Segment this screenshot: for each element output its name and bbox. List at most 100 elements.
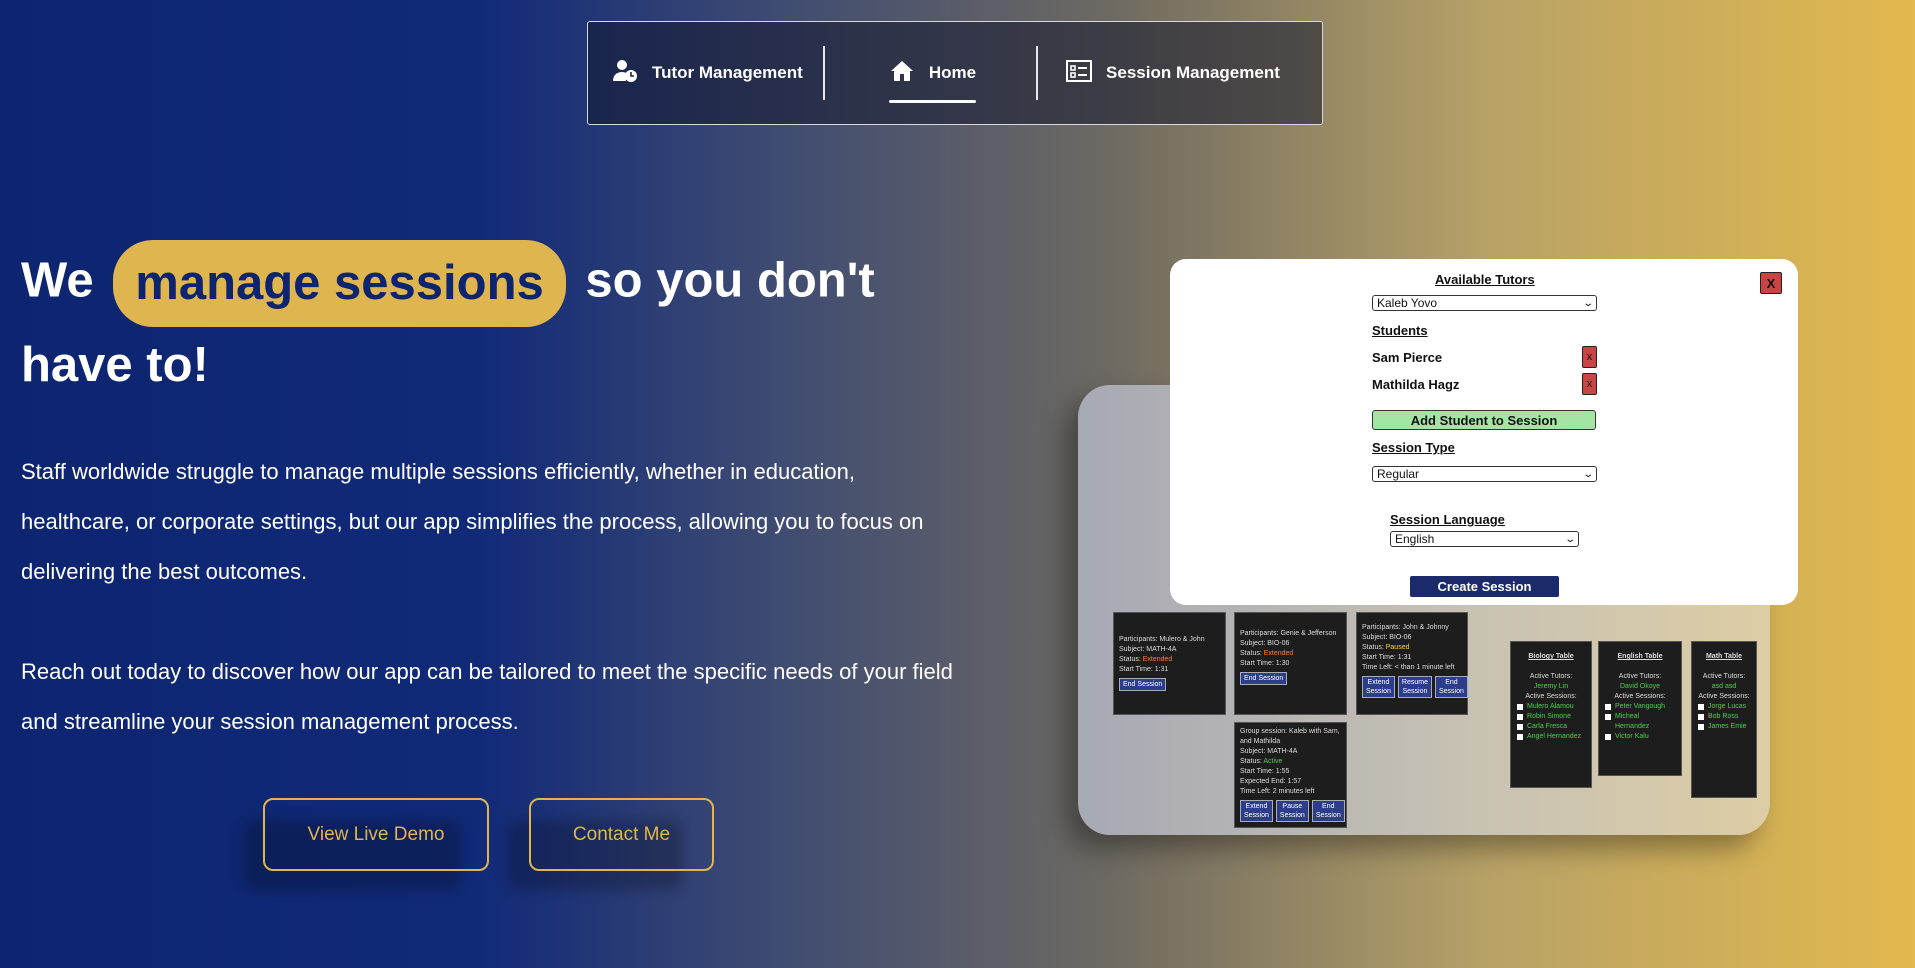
session-name: Bob Ross [1708, 713, 1739, 720]
card-status: Status: Active [1240, 757, 1341, 767]
session-name: Peter Vangough [1615, 703, 1666, 710]
session-name: Robin Simone [1527, 713, 1571, 720]
end-session-button[interactable]: End Session [1119, 678, 1167, 691]
home-icon [889, 58, 915, 89]
nav-home-label: Home [928, 63, 977, 82]
nav-home[interactable]: Home [888, 58, 977, 103]
card-line: Start Time: 1:30 [1240, 660, 1290, 667]
student-name: Sam Pierce [1372, 350, 1443, 365]
checkbox[interactable] [1517, 734, 1523, 740]
card-status-prefix: Status: [1240, 650, 1264, 657]
remove-student-button[interactable]: x [1582, 373, 1597, 395]
table-title: Math Table [1705, 653, 1743, 660]
checkbox[interactable] [1517, 714, 1523, 720]
session-card: Group session: Kaleb with Sam, and Mathi… [1234, 722, 1347, 828]
status-badge: Active [1263, 758, 1283, 765]
english-table: English Table Active Tutors: David Okoye… [1598, 641, 1682, 776]
resume-session-button[interactable]: Resume Session [1397, 676, 1432, 698]
card-line: Subject: BIO-06 [1362, 634, 1412, 641]
status-badge: Paused [1385, 644, 1410, 651]
card-line: Start Time: 1:31 [1362, 654, 1412, 661]
card-line: Start Time: 1:55 [1240, 768, 1290, 775]
nav-session-management[interactable]: Session Management [1066, 58, 1280, 89]
table-label: Active Tutors: [1702, 673, 1746, 680]
table-title: English Table [1617, 653, 1663, 660]
status-badge: Extended [1263, 650, 1294, 657]
card-line: Participants: Genie & Jefferson [1240, 630, 1337, 637]
close-icon[interactable]: X [1760, 272, 1782, 294]
add-student-button[interactable]: Add Student to Session [1372, 410, 1596, 430]
pause-session-button[interactable]: Pause Session [1275, 800, 1309, 822]
tutor-select-value: Kaleb Yovo [1377, 296, 1438, 310]
checkbox[interactable] [1605, 734, 1611, 740]
checkbox[interactable] [1517, 724, 1523, 730]
card-status: Status: Extended [1240, 649, 1341, 659]
session-name: Carla Fresca [1527, 723, 1568, 730]
list-item[interactable]: Angel Hernandez [1517, 732, 1585, 742]
hero-title-pre: We [21, 253, 94, 308]
checkbox[interactable] [1698, 714, 1704, 720]
list-item[interactable]: Micheal Hernandez [1605, 712, 1675, 732]
end-session-button[interactable]: End Session [1240, 672, 1288, 685]
contact-me-button[interactable]: Contact Me [529, 798, 714, 871]
remove-student-button[interactable]: x [1582, 346, 1597, 368]
math-table: Math Table Active Tutors: asd asd Active… [1691, 641, 1757, 798]
session-type-label: Session Type [1372, 440, 1455, 455]
checkbox[interactable] [1605, 714, 1611, 720]
session-type-select[interactable]: Regular ⌄ [1372, 466, 1597, 482]
tutor-select[interactable]: Kaleb Yovo ⌄ [1372, 295, 1597, 311]
end-session-button[interactable]: End Session [1434, 676, 1468, 698]
list-item[interactable]: Robin Simone [1517, 712, 1585, 722]
card-status: Status: Paused [1362, 643, 1462, 653]
create-session-button[interactable]: Create Session [1410, 576, 1559, 597]
hero-paragraph-1: Staff worldwide struggle to manage multi… [21, 459, 924, 584]
list-item[interactable]: Jorge Lucas [1698, 702, 1750, 712]
checkbox[interactable] [1517, 704, 1523, 710]
available-tutors-label: Available Tutors [1435, 272, 1535, 287]
session-language-select[interactable]: English ⌄ [1390, 531, 1579, 547]
card-status-prefix: Status: [1240, 758, 1264, 765]
session-language-label: Session Language [1390, 512, 1505, 527]
card-line: Group session: Kaleb with Sam, and Mathi… [1240, 728, 1340, 745]
extend-session-button[interactable]: Extend Session [1240, 800, 1273, 822]
card-status-prefix: Status: [1362, 644, 1386, 651]
nav-session-management-label: Session Management [1106, 63, 1280, 82]
checkbox[interactable] [1605, 704, 1611, 710]
list-item[interactable]: James Emie [1698, 722, 1750, 732]
top-nav: Tutor Management Home Session Management [587, 21, 1323, 125]
list-item[interactable]: Carla Fresca [1517, 722, 1585, 732]
list-item[interactable]: Victor Kalu [1605, 732, 1675, 742]
table-label: Active Sessions: [1698, 693, 1750, 700]
session-language-value: English [1395, 532, 1435, 546]
session-card: Participants: Genie & Jefferson Subject:… [1234, 612, 1347, 715]
session-card: Participants: Mulero & John Subject: MAT… [1113, 612, 1226, 715]
list-item[interactable]: Bob Ross [1698, 712, 1750, 722]
hero-title: We manage sessions so you don't have to! [21, 240, 991, 403]
card-line: Time Left: 2 minutes left [1240, 788, 1315, 795]
session-name: Angel Hernandez [1527, 733, 1582, 740]
students-label: Students [1372, 323, 1428, 338]
hero-paragraph-2: Reach out today to discover how our app … [21, 659, 953, 734]
card-line: Start Time: 1:31 [1119, 666, 1169, 673]
extend-session-button[interactable]: Extend Session [1362, 676, 1395, 698]
checkbox[interactable] [1698, 704, 1704, 710]
card-line: Subject: MATH-4A [1240, 748, 1298, 755]
table-title: Biology Table [1528, 653, 1574, 660]
tutor-name: Jeremy Lin [1533, 683, 1569, 690]
student-name: Mathilda Hagz [1372, 377, 1460, 392]
checkbox[interactable] [1698, 724, 1704, 730]
nav-tutor-management[interactable]: Tutor Management [612, 58, 803, 89]
chevron-down-icon: ⌄ [1563, 533, 1576, 545]
biology-table: Biology Table Active Tutors: Jeremy Lin … [1510, 641, 1592, 788]
end-session-button[interactable]: End Session [1311, 800, 1345, 822]
table-label: Active Tutors: [1529, 673, 1573, 680]
nav-divider [822, 46, 825, 100]
view-live-demo-button[interactable]: View Live Demo [263, 798, 489, 871]
chevron-down-icon: ⌄ [1581, 468, 1594, 480]
list-item[interactable]: Mulero Alamou [1517, 702, 1585, 712]
card-line: Time Left: < than 1 minute left [1362, 664, 1455, 671]
nav-divider [1036, 46, 1039, 100]
list-item[interactable]: Peter Vangough [1605, 702, 1675, 712]
session-name: Victor Kalu [1615, 733, 1649, 740]
session-name: Mulero Alamou [1527, 703, 1574, 710]
